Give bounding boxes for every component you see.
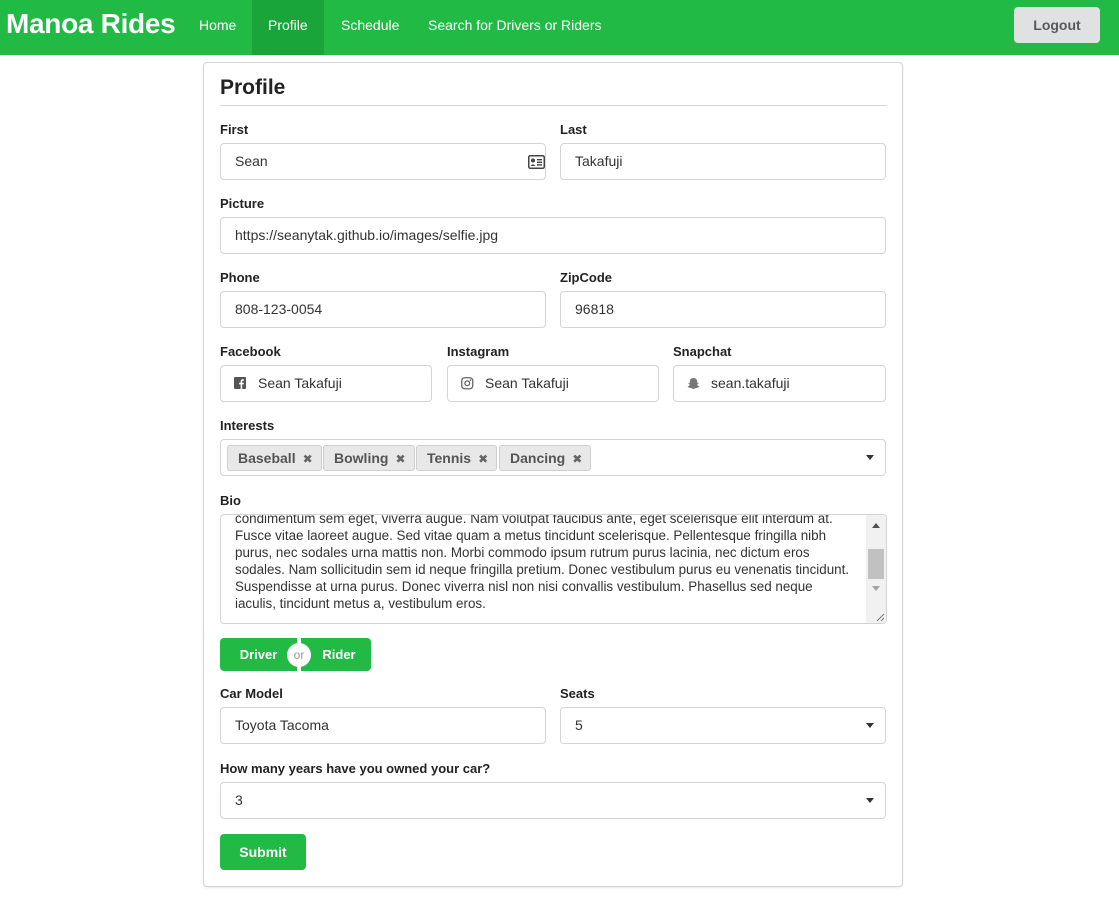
picture-url-input[interactable]: https://seanytak.github.io/images/selfie… [220,217,886,254]
interest-tag: Tennis ✖ [416,445,498,471]
snapchat-input[interactable]: sean.takafuji [673,365,886,402]
remove-tag-icon[interactable]: ✖ [395,452,405,466]
snapchat-icon [687,378,700,389]
years-owned-value: 3 [235,792,243,808]
instagram-input[interactable]: Sean Takafuji [447,365,659,402]
bio-scrollbar[interactable] [866,515,886,623]
id-card-icon [528,155,545,169]
nav-schedule[interactable]: Schedule [325,0,415,55]
page-title: Profile [220,76,286,99]
first-name-input[interactable]: Sean [220,143,546,180]
top-navbar: Manoa Rides Home Profile Schedule Search… [0,0,1119,55]
logout-button[interactable]: Logout [1014,7,1100,43]
interest-tag: Bowling ✖ [323,445,415,471]
years-owned-select[interactable]: 3 [220,782,886,819]
chevron-down-icon [866,798,874,803]
phone-input[interactable]: 808-123-0054 [220,291,546,328]
nav-profile[interactable]: Profile [252,0,324,55]
brand-logo[interactable]: Manoa Rides [6,8,176,40]
snapchat-label: Snapchat [673,344,732,359]
scroll-thumb[interactable] [868,549,884,579]
interest-tag-label: Bowling [334,450,389,466]
seats-value: 5 [575,717,583,733]
instagram-icon [461,377,474,390]
facebook-label: Facebook [220,344,281,359]
seats-select[interactable]: 5 [560,707,886,744]
nav-home[interactable]: Home [183,0,252,55]
first-label: First [220,122,249,137]
interest-tag-label: Baseball [238,450,296,466]
title-divider [220,105,887,106]
car-model-input[interactable]: Toyota Tacoma [220,707,546,744]
driver-button[interactable]: Driver [220,638,297,671]
interests-label: Interests [220,418,275,433]
phone-label: Phone [220,270,260,285]
facebook-value: Sean Takafuji [258,375,342,391]
remove-tag-icon[interactable]: ✖ [303,452,313,466]
interest-tag: Dancing ✖ [499,445,592,471]
bio-text: condimentum sem eget, viverra augue. Nam… [235,514,850,611]
snapchat-value: sean.takafuji [711,375,790,391]
rider-button[interactable]: Rider [301,638,371,671]
first-name-value: Sean [235,153,268,169]
resize-handle-icon[interactable] [875,612,885,622]
picture-label: Picture [220,196,265,211]
years-owned-label: How many years have you owned your car? [220,761,491,776]
bio-textarea[interactable]: condimentum sem eget, viverra augue. Nam… [220,514,887,624]
chevron-down-icon [866,723,874,728]
seats-label: Seats [560,686,595,701]
nav-search[interactable]: Search for Drivers or Riders [412,0,618,55]
interests-multiselect[interactable]: Baseball ✖ Bowling ✖ Tennis ✖ Dancing ✖ [220,439,886,476]
scroll-up-icon[interactable] [872,523,880,528]
interest-tag-label: Dancing [510,450,566,466]
instagram-value: Sean Takafuji [485,375,569,391]
car-model-label: Car Model [220,686,283,701]
profile-card: Profile First Sean Last Takafuji Picture… [203,62,903,887]
zipcode-label: ZipCode [560,270,612,285]
zipcode-input[interactable]: 96818 [560,291,886,328]
remove-tag-icon[interactable]: ✖ [572,452,582,466]
last-name-input[interactable]: Takafuji [560,143,886,180]
instagram-label: Instagram [447,344,510,359]
interest-tag: Baseball ✖ [227,445,322,471]
chevron-down-icon[interactable] [866,455,874,460]
last-label: Last [560,122,587,137]
facebook-input[interactable]: Sean Takafuji [220,365,432,402]
remove-tag-icon[interactable]: ✖ [478,452,488,466]
interest-tag-label: Tennis [427,450,472,466]
facebook-icon [234,377,246,389]
or-divider: or [287,643,311,667]
submit-button[interactable]: Submit [220,834,306,870]
scroll-down-icon[interactable] [872,586,880,591]
bio-label: Bio [220,493,241,508]
